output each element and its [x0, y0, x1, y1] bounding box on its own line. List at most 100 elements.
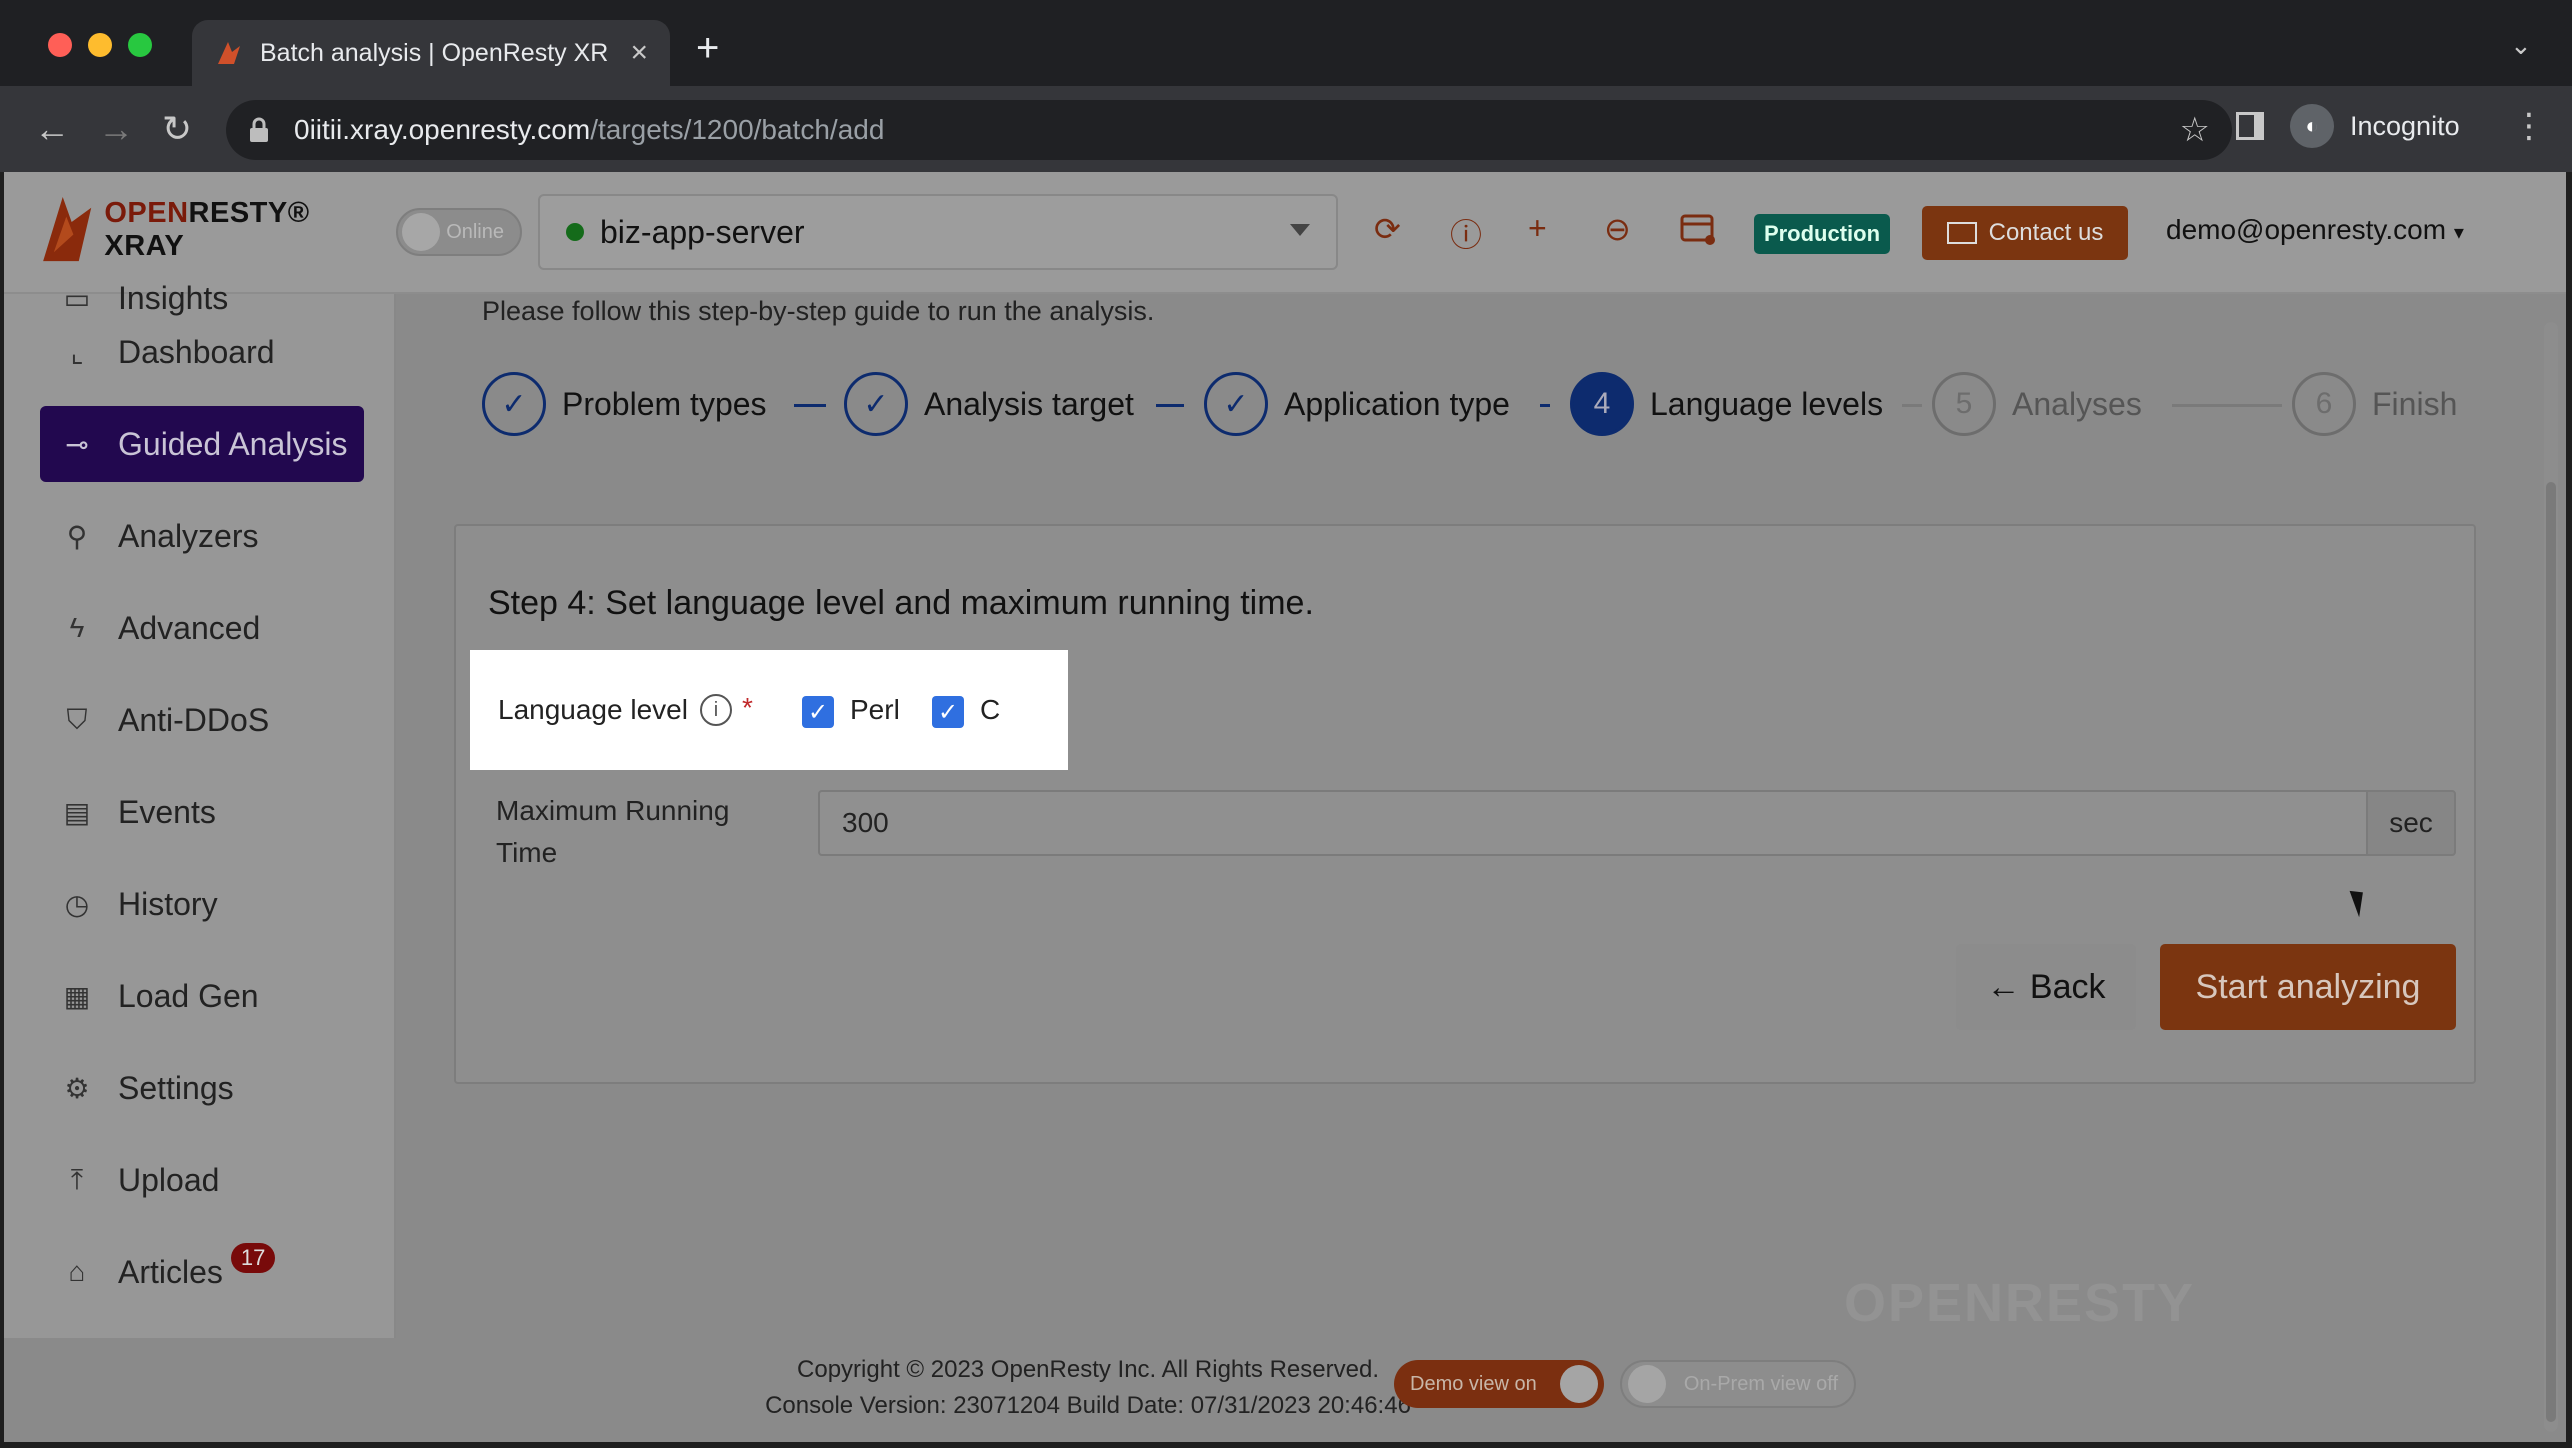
max-running-time-input[interactable]: 300	[818, 790, 2368, 856]
scrollbar-thumb[interactable]	[2546, 482, 2556, 1422]
gear-icon: ⚙	[64, 1072, 90, 1104]
step-analyses[interactable]: 5 Analyses	[1932, 372, 2142, 436]
app-viewport: OPENRESTY® XRAY Online biz-app-server ⟳ …	[4, 172, 2566, 1442]
loadgen-icon: ▦	[63, 980, 91, 1012]
back-arrow-icon[interactable]: ←	[34, 108, 70, 150]
contact-us-label: Contact us	[1988, 219, 2104, 246]
reload-icon[interactable]: ↻	[162, 108, 192, 150]
new-tab-icon[interactable]: +	[696, 26, 719, 71]
side-panel-icon[interactable]	[2236, 112, 2264, 140]
sidebar-item-label: Anti-DDoS	[118, 701, 270, 738]
sidebar-item-label: Dashboard	[118, 333, 275, 370]
sidebar-item-label: Analyzers	[118, 517, 259, 554]
max-running-time-label: Maximum Running Time	[496, 795, 730, 868]
application-select[interactable]: biz-app-server	[538, 194, 1338, 270]
sidebar-item-articles[interactable]: ⌂ Articles 17	[40, 1234, 364, 1310]
sidebar-item-label: Events	[118, 793, 216, 830]
sidebar-item-events[interactable]: ▤ Events	[40, 774, 364, 850]
step-label: Analysis target	[924, 385, 1134, 422]
sidebar-item-upload[interactable]: ⤒ Upload	[40, 1142, 364, 1218]
console-version: Console Version: 23071204 Build Date: 07…	[765, 1392, 1411, 1419]
perl-checkbox[interactable]: ✓	[802, 696, 834, 728]
articles-icon: ⌂	[68, 1256, 86, 1287]
logo-text-open: OPEN	[104, 197, 189, 229]
step-label: Application type	[1284, 385, 1510, 422]
browser-menu-icon[interactable]: ⋮	[2512, 106, 2546, 146]
perl-checkbox-label[interactable]: Perl	[850, 694, 900, 726]
browser-window-icon[interactable]	[1680, 214, 1716, 246]
app-header: OPENRESTY® XRAY Online biz-app-server ⟳ …	[4, 172, 2566, 294]
tab-close-icon[interactable]: ×	[630, 36, 648, 70]
info-icon[interactable]: ⓘ	[1450, 210, 1482, 256]
sidebar-item-advanced[interactable]: ϟ Advanced	[40, 590, 364, 666]
step-application-type[interactable]: ✓ Application type	[1204, 372, 1510, 436]
url-field[interactable]: 0iitii.xray.openresty.com /targets/1200/…	[226, 100, 2232, 160]
browser-tab[interactable]: Batch analysis | OpenResty XR ×	[192, 20, 670, 86]
step-label: Problem types	[562, 385, 767, 422]
step-progress: ✓ Problem types ✓ Analysis target ✓ Appl…	[482, 372, 2522, 438]
step-label: Analyses	[2012, 385, 2142, 422]
remove-icon[interactable]: ⊖	[1604, 210, 1631, 248]
language-level-row: Language level i * ✓ Perl ✓ C	[470, 650, 1068, 770]
contact-us-button[interactable]: Contact us	[1922, 206, 2128, 260]
clock-icon: ◷	[64, 888, 90, 920]
guided-icon: ⊸	[65, 428, 89, 460]
refresh-icon[interactable]: ⟳	[1374, 210, 1401, 248]
articles-count-badge: 17	[230, 1243, 276, 1273]
footer: Copyright © 2023 OpenResty Inc. All Righ…	[396, 1338, 2566, 1442]
step-label: Language levels	[1650, 385, 1884, 422]
sidebar-item-guided-analysis[interactable]: ⊸ Guided Analysis	[40, 406, 364, 482]
add-icon[interactable]: +	[1528, 210, 1547, 247]
step-number: 6	[2292, 372, 2356, 436]
step-title: Step 4: Set language level and maximum r…	[488, 584, 1314, 622]
c-checkbox[interactable]: ✓	[932, 696, 964, 728]
caret-down-icon: ▾	[2453, 222, 2464, 244]
chevron-down-icon	[1290, 224, 1310, 236]
incognito-label: Incognito	[2350, 110, 2460, 141]
online-toggle[interactable]: Online	[396, 208, 522, 256]
step-number: 5	[1932, 372, 1996, 436]
lightbulb-icon: ▭	[63, 282, 91, 314]
sidebar-item-settings[interactable]: ⚙ Settings	[40, 1050, 364, 1126]
info-icon[interactable]: i	[700, 694, 732, 726]
guide-text: Please follow this step-by-step guide to…	[482, 296, 1155, 326]
back-button[interactable]: ← Back	[1956, 944, 2136, 1030]
bookmark-star-icon[interactable]: ☆	[2180, 110, 2210, 150]
language-level-label: Language level	[498, 694, 688, 725]
tab-search-chevron-icon[interactable]: ⌄	[2510, 30, 2532, 61]
url-path: /targets/1200/batch/add	[590, 114, 885, 145]
user-menu[interactable]: demo@openresty.com ▾	[2166, 214, 2464, 246]
step-problem-types[interactable]: ✓ Problem types	[482, 372, 767, 436]
checkmark-icon: ✓	[844, 372, 908, 436]
openresty-favicon-icon	[218, 42, 240, 64]
step-form-card: Step 4: Set language level and maximum r…	[454, 524, 2476, 1084]
sidebar-item-dashboard[interactable]: ⌞ Dashboard	[40, 314, 364, 390]
page-scrollbar[interactable]	[2544, 322, 2558, 1432]
openresty-watermark: OPENRESTY	[1844, 1273, 2196, 1333]
browser-tab-bar: Batch analysis | OpenResty XR × + ⌄	[0, 0, 2572, 86]
calendar-icon: ▤	[63, 796, 91, 828]
sidebar-item-analyzers[interactable]: ⚲ Analyzers	[40, 498, 364, 574]
step-language-levels[interactable]: 4 Language levels	[1570, 372, 1883, 436]
c-checkbox-label[interactable]: C	[980, 694, 1000, 726]
onprem-view-label: On-Prem view off	[1683, 1372, 1838, 1395]
sidebar-item-load-gen[interactable]: ▦ Load Gen	[40, 958, 364, 1034]
sidebar-item-label: Insights	[118, 279, 229, 316]
maximize-window-button[interactable]	[128, 33, 152, 57]
onprem-view-toggle[interactable]: On-Prem view off	[1620, 1360, 1856, 1408]
step-finish[interactable]: 6 Finish	[2292, 372, 2457, 436]
incognito-profile-button[interactable]: ◐ Incognito	[2290, 104, 2460, 148]
lock-icon	[250, 117, 268, 142]
sidebar-item-history[interactable]: ◷ History	[40, 866, 364, 942]
shield-icon: ⛉	[66, 703, 88, 735]
demo-view-toggle[interactable]: Demo view on	[1394, 1360, 1604, 1408]
start-analyzing-button[interactable]: Start analyzing	[2160, 944, 2456, 1030]
analyzer-icon: ⚲	[66, 520, 88, 552]
step-analysis-target[interactable]: ✓ Analysis target	[844, 372, 1134, 436]
sidebar-item-anti-ddos[interactable]: ⛉ Anti-DDoS	[40, 682, 364, 758]
minimize-window-button[interactable]	[88, 33, 112, 57]
close-window-button[interactable]	[48, 33, 72, 57]
step-number: 4	[1570, 372, 1634, 436]
forward-arrow-icon[interactable]: →	[98, 108, 134, 150]
checkmark-icon: ✓	[482, 372, 546, 436]
